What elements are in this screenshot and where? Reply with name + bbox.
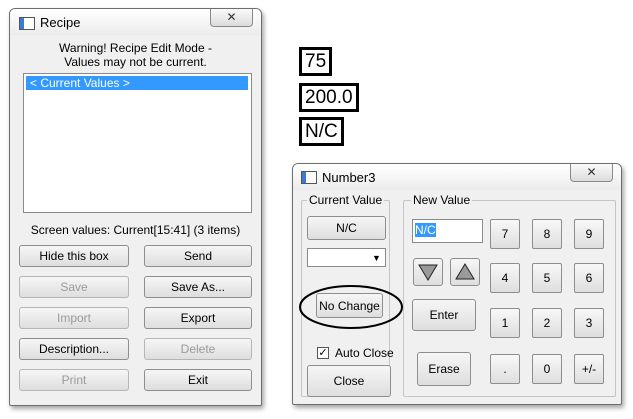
key-decimal[interactable]: . (490, 354, 520, 384)
chevron-down-icon[interactable]: ▼ (369, 250, 384, 265)
increment-button[interactable] (450, 258, 480, 286)
value-display-3[interactable]: N/C (299, 117, 344, 146)
recipe-titlebar[interactable]: Recipe ✕ (10, 9, 261, 35)
import-button[interactable]: Import (19, 307, 129, 329)
key-sign[interactable]: +/- (574, 354, 604, 384)
send-button[interactable]: Send (144, 245, 252, 267)
hide-box-button[interactable]: Hide this box (19, 245, 129, 267)
new-value-input[interactable]: N/C (412, 219, 483, 243)
warning-line-1: Warning! Recipe Edit Mode - (59, 41, 212, 55)
close-button[interactable]: Close (307, 365, 391, 397)
warning-line-2: Values may not be current. (64, 55, 207, 69)
save-as-button[interactable]: Save As... (144, 276, 252, 298)
key-8[interactable]: 8 (532, 219, 562, 249)
close-icon[interactable]: ✕ (570, 164, 613, 182)
value-display-2[interactable]: 200.0 (299, 83, 359, 112)
screen-values-status: Screen values: Current[15:41] (3 items) (30, 223, 241, 237)
value-dropdown[interactable]: ▼ (307, 248, 386, 267)
list-item-label: < Current Values > (30, 76, 130, 90)
number-window: Number3 ✕ Current Value N/C ▼ No Change … (292, 163, 622, 405)
key-5[interactable]: 5 (532, 263, 562, 293)
recipe-title: Recipe (40, 15, 81, 30)
decrement-button[interactable] (413, 258, 443, 286)
delete-button[interactable]: Delete (144, 338, 252, 360)
key-4[interactable]: 4 (490, 263, 520, 293)
close-icon[interactable]: ✕ (210, 9, 253, 27)
auto-close-label: Auto Close (335, 346, 394, 360)
new-value-text: N/C (415, 223, 436, 237)
recipe-window: Recipe ✕ Warning! Recipe Edit Mode - Val… (9, 8, 262, 406)
annotation-ellipse (299, 285, 403, 329)
description-button[interactable]: Description... (19, 338, 129, 360)
erase-button[interactable]: Erase (417, 352, 471, 386)
key-0[interactable]: 0 (532, 354, 562, 384)
exit-button[interactable]: Exit (144, 369, 252, 391)
print-button[interactable]: Print (19, 369, 129, 391)
current-value-display: N/C (307, 216, 386, 240)
down-triangle-icon (418, 264, 438, 281)
key-9[interactable]: 9 (574, 219, 604, 249)
value-display-1[interactable]: 75 (299, 47, 333, 76)
warning-text: Warning! Recipe Edit Mode - Values may n… (10, 41, 261, 69)
key-7[interactable]: 7 (490, 219, 520, 249)
key-1[interactable]: 1 (490, 308, 520, 338)
key-2[interactable]: 2 (532, 308, 562, 338)
save-button[interactable]: Save (19, 276, 129, 298)
current-value-label: Current Value (307, 193, 385, 207)
window-icon (301, 171, 317, 184)
new-value-label: New Value (411, 193, 473, 207)
number-titlebar[interactable]: Number3 ✕ (293, 164, 621, 190)
key-6[interactable]: 6 (574, 263, 604, 293)
auto-close-checkbox[interactable]: ✓ (317, 347, 329, 359)
recipe-list[interactable]: < Current Values > (23, 73, 252, 213)
window-icon (19, 17, 35, 30)
enter-button[interactable]: Enter (412, 299, 476, 331)
up-triangle-icon (455, 263, 475, 280)
key-3[interactable]: 3 (574, 308, 604, 338)
export-button[interactable]: Export (144, 307, 252, 329)
list-item[interactable]: < Current Values > (26, 76, 248, 90)
number-title: Number3 (322, 170, 376, 185)
